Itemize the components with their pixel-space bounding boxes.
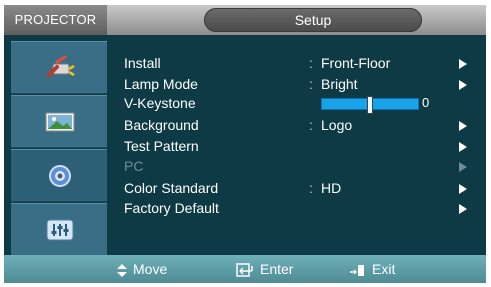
menu-item-install[interactable]: Install : Front-Floor	[124, 54, 467, 72]
picture-icon	[45, 112, 75, 132]
menu-item-label: Factory Default	[124, 200, 219, 216]
hint-exit: Exit	[350, 255, 395, 283]
menu-item-label: Background	[124, 117, 199, 133]
menu-item-color-standard[interactable]: Color Standard : HD	[124, 179, 467, 197]
menu-item-background[interactable]: Background : Logo	[124, 116, 467, 134]
header-bar: PROJECTOR Setup	[4, 5, 486, 35]
input-plug-icon	[47, 55, 75, 77]
chevron-right-icon	[459, 142, 467, 152]
chevron-right-icon	[459, 204, 467, 214]
menu-item-label: Color Standard	[124, 180, 219, 196]
chevron-right-icon	[459, 59, 467, 69]
menu-item-label: Test Pattern	[124, 138, 199, 154]
hint-enter-label: Enter	[260, 261, 294, 277]
move-arrows-icon	[117, 264, 127, 277]
separator: :	[309, 180, 313, 196]
slider-value: 0	[422, 95, 430, 110]
menu-item-value: Front-Floor	[321, 55, 391, 71]
slider-thumb[interactable]	[367, 96, 373, 114]
sidebar-item-input[interactable]	[11, 41, 107, 94]
chevron-right-icon	[459, 121, 467, 131]
separator: :	[309, 55, 313, 71]
menu-item-value: Logo	[321, 117, 353, 133]
sidebar-item-audio[interactable]	[11, 203, 107, 256]
exit-icon	[350, 265, 364, 276]
separator: :	[309, 117, 313, 133]
chevron-right-icon	[459, 80, 467, 90]
menu-item-label: V-Keystone	[124, 95, 196, 111]
title-pill: Setup	[204, 8, 422, 32]
menu-item-label: Install	[124, 55, 161, 71]
menu-item-factory-default[interactable]: Factory Default	[124, 199, 467, 217]
menu-item-v-keystone[interactable]: V-Keystone 0	[124, 94, 464, 114]
keystone-slider[interactable]	[321, 96, 419, 114]
hint-move: Move	[117, 255, 167, 283]
menu-item-lamp-mode[interactable]: Lamp Mode : Bright	[124, 75, 467, 93]
sidebar-item-picture[interactable]	[11, 95, 107, 148]
sidebar-item-setup[interactable]	[11, 149, 107, 202]
osd-screen: PROJECTOR Setup Install: Front-Floor La…	[4, 5, 486, 283]
equalizer-icon	[46, 219, 74, 241]
menu-item-label: Lamp Mode	[124, 76, 198, 92]
setup-gear-icon	[49, 165, 71, 187]
menu-item-value: Bright	[321, 76, 358, 92]
enter-icon	[236, 263, 253, 277]
menu-item-value: HD	[321, 180, 342, 196]
chevron-right-icon	[459, 184, 467, 194]
chevron-right-icon	[459, 162, 467, 172]
setup-menu: Install : Front-Floor Lamp Mode : Bright…	[107, 35, 486, 255]
hint-enter: Enter	[236, 255, 293, 283]
brand-label: PROJECTOR	[4, 5, 107, 35]
sidebar	[4, 35, 107, 256]
footer-hints: Move Enter Exit	[4, 255, 486, 283]
hint-move-label: Move	[133, 261, 168, 277]
menu-item-label: PC	[124, 158, 144, 174]
menu-item-test-pattern[interactable]: Test Pattern	[124, 137, 467, 155]
page-title: Setup	[294, 12, 332, 28]
separator: :	[309, 76, 313, 92]
hint-exit-label: Exit	[372, 261, 396, 277]
menu-item-pc: PC	[124, 157, 467, 175]
